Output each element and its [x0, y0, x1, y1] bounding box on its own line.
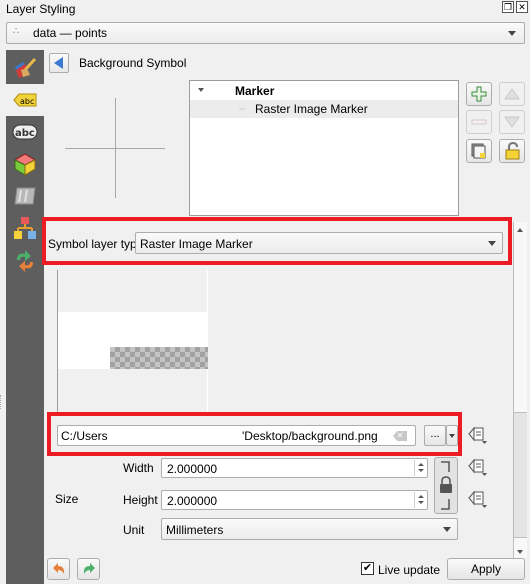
- paintbrush-icon: [15, 57, 37, 78]
- remove-layer-icon: [471, 119, 487, 125]
- layer-swatch-icon: [239, 108, 245, 110]
- hierarchy-icon: [14, 217, 36, 239]
- scrollbar-track[interactable]: [514, 412, 527, 538]
- path-end-text: 'Desktop/background.png: [242, 429, 378, 443]
- tree-item-label: Raster Image Marker: [255, 102, 368, 116]
- svg-text:abc: abc: [20, 97, 34, 106]
- move-up-icon: [504, 88, 520, 100]
- width-value: 2.000000: [167, 462, 218, 476]
- lock-color-button[interactable]: [499, 139, 525, 163]
- duplicate-layer-button[interactable]: [466, 139, 492, 163]
- move-up-button[interactable]: [499, 82, 525, 106]
- size-label: Size: [55, 492, 79, 506]
- spin-arrows-icon[interactable]: [414, 460, 426, 476]
- label-tag-icon: abc: [13, 93, 37, 107]
- point-layer-icon: ∴: [13, 26, 19, 37]
- tree-row-raster-image-marker[interactable]: Raster Image Marker: [190, 100, 458, 118]
- abc-mask-icon: abc: [12, 124, 38, 140]
- back-arrow-icon: [54, 57, 63, 69]
- clear-icon[interactable]: ✕: [393, 431, 407, 441]
- sidebar-item-3d[interactable]: [6, 148, 44, 180]
- live-update-checkbox[interactable]: ✔: [361, 562, 374, 575]
- undo-button[interactable]: [47, 558, 70, 580]
- chevron-down-icon: [508, 31, 516, 36]
- redo-icon: [83, 563, 95, 574]
- move-down-icon: [504, 116, 520, 128]
- unit-combo[interactable]: Millimeters: [161, 518, 458, 540]
- sidebar-item-fields[interactable]: [6, 212, 44, 244]
- svg-text:abc: abc: [15, 128, 35, 139]
- path-start-text: C:/Users: [61, 429, 108, 443]
- unit-label: Unit: [123, 523, 145, 537]
- spin-arrows-icon[interactable]: [414, 492, 426, 508]
- symbol-layer-type-label: Symbol layer type: [48, 237, 144, 251]
- sidebar-item-history[interactable]: [6, 244, 44, 276]
- sidebar-item-labels[interactable]: abc: [6, 84, 44, 116]
- symbol-layer-tree[interactable]: Marker Raster Image Marker: [189, 80, 459, 216]
- back-button[interactable]: [49, 53, 69, 73]
- width-label: Width: [123, 461, 154, 475]
- width-spinbox[interactable]: 2.000000: [161, 458, 428, 478]
- cube-3d-icon: [13, 153, 37, 176]
- data-defined-override-icon[interactable]: [468, 458, 488, 476]
- data-defined-override-icon[interactable]: [468, 490, 488, 508]
- chevron-down-icon: [443, 527, 451, 532]
- chevron-down-icon: [488, 241, 496, 246]
- panel-title: Layer Styling: [6, 2, 76, 16]
- height-value: 2.000000: [167, 494, 218, 508]
- symbol-layer-type-combo[interactable]: Raster Image Marker: [135, 232, 503, 254]
- layer-selector-value: data — points: [33, 26, 108, 40]
- duplicate-layer-icon: [471, 143, 486, 159]
- expand-arrow-icon[interactable]: [198, 88, 204, 92]
- splitter-handle[interactable]: [0, 395, 2, 409]
- browse-button[interactable]: ...: [424, 425, 446, 446]
- live-update-label: Live update: [378, 563, 441, 577]
- symbol-layer-type-value: Raster Image Marker: [140, 237, 253, 251]
- lock-aspect-ratio-button[interactable]: [434, 457, 458, 514]
- browse-dropdown[interactable]: [446, 425, 458, 446]
- scroll-up-icon[interactable]: [517, 228, 523, 232]
- undo-icon: [52, 563, 64, 574]
- layer-selector-combo[interactable]: ∴ data — points: [6, 22, 525, 44]
- add-layer-button[interactable]: [466, 82, 492, 106]
- sidebar: abc abc: [6, 50, 44, 584]
- redo-button[interactable]: [77, 558, 100, 580]
- unit-value: Millimeters: [166, 523, 224, 537]
- diagram-icon: [14, 187, 36, 205]
- symbol-heading: Background Symbol: [79, 56, 187, 70]
- chevron-down-icon: [449, 434, 455, 438]
- transparency-checker: [110, 347, 208, 369]
- add-layer-icon: [471, 86, 487, 102]
- sidebar-item-rendering[interactable]: [6, 180, 44, 212]
- history-arrows-icon: [17, 250, 33, 272]
- tree-item-label: Marker: [235, 84, 275, 98]
- scroll-down-icon[interactable]: [517, 550, 523, 554]
- symbol-preview-crosshair-v: [115, 98, 116, 198]
- close-icon[interactable]: ✕: [516, 1, 528, 13]
- apply-button[interactable]: Apply: [447, 558, 525, 580]
- sidebar-item-masks[interactable]: abc: [6, 116, 44, 148]
- lock-color-icon: [505, 142, 520, 160]
- vertical-scrollbar[interactable]: [513, 222, 527, 558]
- move-down-button[interactable]: [499, 110, 525, 134]
- float-window-icon[interactable]: ❐: [502, 1, 514, 13]
- tree-row-marker[interactable]: Marker: [190, 82, 458, 100]
- remove-layer-button[interactable]: [466, 110, 492, 134]
- height-label: Height: [123, 493, 158, 507]
- lock-icon: [440, 461, 452, 510]
- height-spinbox[interactable]: 2.000000: [161, 490, 428, 510]
- data-defined-override-icon[interactable]: [468, 426, 488, 444]
- image-path-input[interactable]: C:/Users 'Desktop/background.png ✕: [57, 425, 416, 446]
- sidebar-item-symbology[interactable]: [6, 52, 44, 84]
